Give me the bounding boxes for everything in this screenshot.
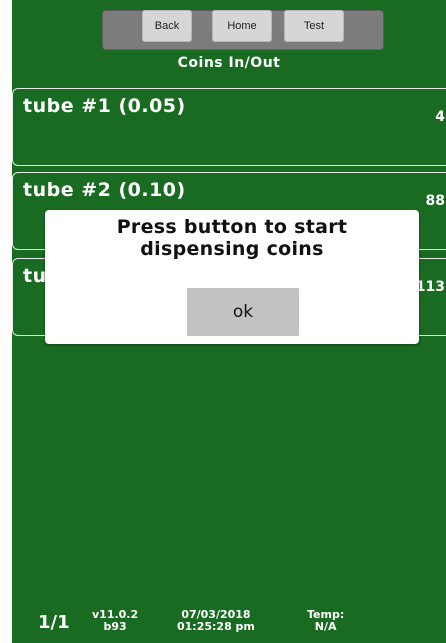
page-indicator: 1/1 bbox=[38, 612, 70, 633]
home-button[interactable]: Home bbox=[212, 10, 272, 42]
kiosk-screen: Back Home Test Coins In/Out tube #1 (0.0… bbox=[12, 0, 446, 643]
dialog-message-line-1: Press button to start bbox=[116, 216, 348, 238]
temperature: Temp: N/A bbox=[307, 609, 344, 633]
datetime: 07/03/2018 01:25:28 pm bbox=[177, 609, 255, 633]
tube-1-row[interactable]: tube #1 (0.05) 4 bbox=[12, 88, 446, 166]
test-button[interactable]: Test bbox=[284, 10, 344, 42]
tube-2-count: 88 bbox=[425, 193, 445, 209]
dialog-message-line-2: dispensing coins bbox=[140, 238, 324, 260]
tube-1-count: 4 bbox=[435, 109, 445, 125]
back-button[interactable]: Back bbox=[142, 10, 192, 42]
dispense-dialog: Press button to start dispensing coins o… bbox=[45, 210, 419, 344]
tube-3-label: tu bbox=[23, 265, 47, 287]
temp-value: N/A bbox=[314, 620, 337, 633]
tube-3-count: 113 bbox=[415, 279, 445, 295]
ok-button[interactable]: ok bbox=[187, 288, 299, 336]
tube-1-label: tube #1 (0.05) bbox=[23, 95, 186, 117]
page-title: Coins In/Out bbox=[177, 55, 281, 71]
time-text: 01:25:28 pm bbox=[177, 620, 255, 633]
tube-2-label: tube #2 (0.10) bbox=[23, 179, 186, 201]
build-number: b93 bbox=[103, 620, 127, 633]
version-info: v11.0.2 b93 bbox=[92, 609, 138, 633]
dialog-message: Press button to start dispensing coins bbox=[45, 216, 419, 260]
